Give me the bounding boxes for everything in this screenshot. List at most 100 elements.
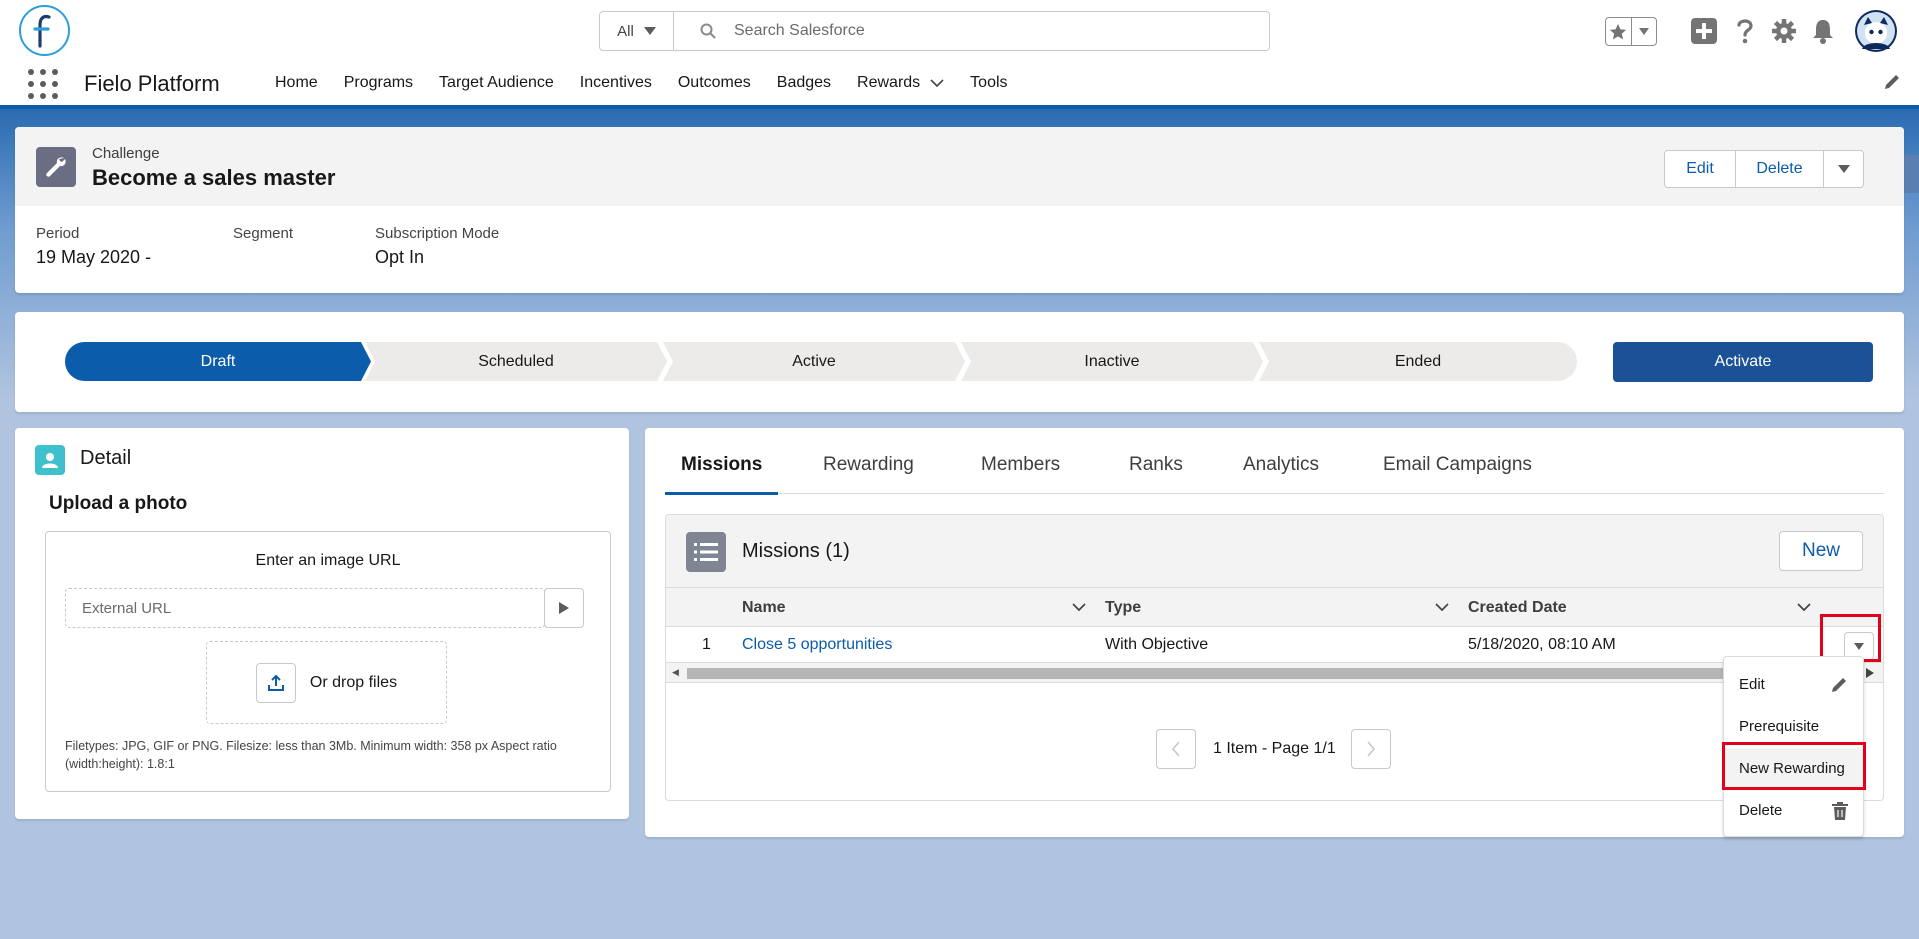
activate-button[interactable]: Activate [1613,342,1873,382]
record-header-top: Challenge Become a sales master Edit Del… [15,127,1904,206]
missions-related-list: Missions (1) New Name Type Created Date … [665,514,1884,801]
chevron-down-icon [1837,165,1850,173]
horizontal-scrollbar[interactable]: ◀ [666,663,1883,683]
nav-item-tools[interactable]: Tools [957,61,1020,105]
nav-items: Home Programs Target Audience Incentives… [262,61,1021,105]
help-icon[interactable] [1735,14,1755,48]
upload-button[interactable] [255,662,296,703]
column-header-created-date[interactable]: Created Date [1468,588,1567,628]
favorites-star-icon[interactable] [1606,18,1632,45]
row-number: 1 [702,636,711,653]
chevron-right-icon [1367,741,1375,757]
pagination: 1 Item - Page 1/1 [1156,729,1391,769]
image-url-input[interactable] [65,588,545,628]
mission-created-date: 5/18/2020, 08:10 AM [1468,636,1616,653]
nav-item-label: Home [275,74,318,91]
next-page-button[interactable] [1350,729,1391,769]
record-header: Challenge Become a sales master Edit Del… [15,127,1904,293]
favorites-list-icon[interactable] [1632,18,1657,45]
filetype-help-text: Filetypes: JPG, GIF or PNG. Filesize: le… [65,739,557,771]
tab-members[interactable]: Members [981,454,1060,494]
scroll-left-icon[interactable]: ◀ [672,667,679,678]
field-subscription-mode: Subscription Mode Opt In [375,225,499,268]
status-path-card: Draft Scheduled Active Inactive Ended Ac… [15,312,1904,412]
submit-url-button[interactable] [544,588,584,628]
app-name: Fielo Platform [84,71,220,96]
path-step-label: Scheduled [478,352,554,370]
path-step-draft[interactable]: Draft [65,342,371,381]
field-value: Opt In [375,247,425,267]
file-drop-zone[interactable]: Or drop files [206,641,447,724]
chevron-left-icon [1171,741,1180,757]
previous-page-button[interactable] [1156,729,1196,769]
nav-item-label: Outcomes [677,74,751,91]
nav-item-target-audience[interactable]: Target Audience [426,61,567,105]
tab-email-campaigns[interactable]: Email Campaigns [1383,454,1532,494]
column-header-name[interactable]: Name [742,588,786,628]
chevron-down-icon[interactable] [1071,599,1087,615]
edit-nav-pencil-icon[interactable] [1883,73,1901,96]
chevron-down-icon[interactable] [1796,599,1812,615]
scroll-right-icon[interactable] [1866,668,1874,678]
edit-button[interactable]: Edit [1665,151,1735,187]
more-actions-button[interactable] [1823,151,1863,187]
play-icon [559,602,569,614]
nav-item-home[interactable]: Home [262,61,331,105]
path-step-label: Active [792,352,836,370]
menu-item-label: Prerequisite [1739,717,1820,735]
bell-icon[interactable] [1811,14,1835,48]
upload-box: Enter an image URL Or drop files Filetyp… [45,531,611,792]
side-panel-tab[interactable] [1902,155,1919,193]
chevron-down-icon[interactable] [1434,599,1450,615]
new-mission-button[interactable]: New [1779,531,1863,571]
nav-item-label: Target Audience [439,74,554,91]
user-icon [35,445,65,475]
tab-missions[interactable]: Missions [664,454,779,495]
nav-item-incentives[interactable]: Incentives [567,61,665,105]
tab-rewarding[interactable]: Rewarding [823,454,914,494]
nav-item-programs[interactable]: Programs [331,61,426,105]
related-list-title: Missions (1) [742,540,850,562]
nav-item-badges[interactable]: Badges [764,61,844,105]
fielo-logo[interactable] [19,5,70,56]
upload-icon [267,674,284,691]
search-field [674,12,1269,50]
record-type: Challenge [92,145,160,162]
table-row: 1 Close 5 opportunities With Objective 5… [666,627,1883,663]
tab-ranks[interactable]: Ranks [1129,454,1183,494]
tab-analytics[interactable]: Analytics [1243,454,1319,494]
menu-item-prerequisite[interactable]: Prerequisite [1724,706,1863,746]
avatar[interactable] [1854,10,1898,52]
nav-item-label: Incentives [579,74,652,91]
scrollbar-thumb[interactable] [687,668,1847,679]
menu-item-label: Edit [1739,675,1765,693]
path-step-active[interactable]: Active [663,342,965,381]
pencil-icon [1832,678,1846,692]
drop-files-label: Or drop files [309,673,398,691]
highlight-new-rewarding [1722,742,1866,790]
nav-item-outcomes[interactable]: Outcomes [665,61,764,105]
search-scope-select[interactable]: All [600,12,674,50]
add-icon[interactable] [1691,14,1717,48]
nav-item-rewards[interactable]: Rewards [844,61,957,105]
delete-button[interactable]: Delete [1735,151,1823,187]
menu-item-delete[interactable]: Delete [1724,790,1863,830]
chevron-down-icon[interactable] [930,78,944,88]
field-label: Period [36,225,80,242]
column-header-type[interactable]: Type [1105,588,1141,628]
menu-item-edit[interactable]: Edit [1724,664,1863,704]
path-step-scheduled[interactable]: Scheduled [365,342,667,381]
related-list-header: Missions (1) New [666,515,1883,587]
enter-url-label: Enter an image URL [255,552,401,569]
path-step-label: Draft [200,352,236,370]
highlight-row-actions [1820,614,1881,662]
mission-name-link[interactable]: Close 5 opportunities [742,627,892,663]
path-step-ended[interactable]: Ended [1259,342,1577,381]
status-path: Draft Scheduled Active Inactive Ended [65,342,1577,381]
gear-icon[interactable] [1771,14,1797,48]
search-input[interactable] [734,22,1254,40]
path-step-inactive[interactable]: Inactive [961,342,1263,381]
path-step-label: Ended [1394,352,1442,370]
app-navigation-bar: Fielo Platform Home Programs Target Audi… [0,61,1919,109]
app-launcher-icon[interactable] [28,69,58,99]
